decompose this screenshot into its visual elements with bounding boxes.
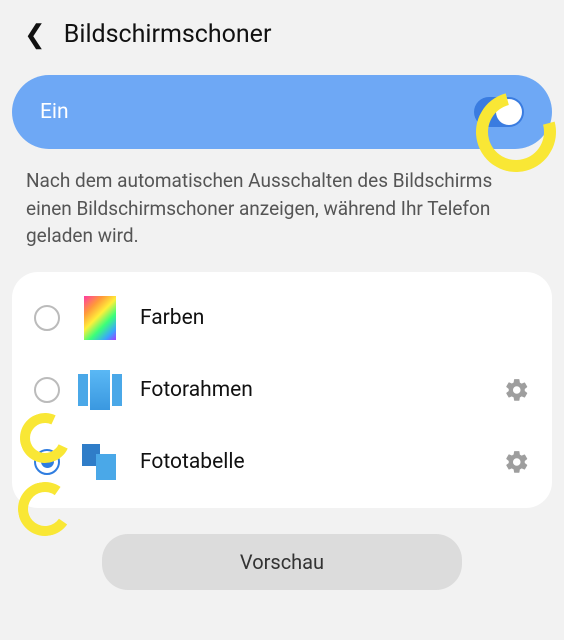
option-label: Farben <box>140 306 530 330</box>
radio-fototabelle[interactable] <box>34 449 60 475</box>
radio-fotorahmen[interactable] <box>34 377 60 403</box>
preview-icon-fototabelle <box>78 440 122 484</box>
preview-icon-farben <box>78 296 122 340</box>
master-toggle-switch[interactable] <box>474 97 524 127</box>
option-farben[interactable]: Farben <box>12 282 552 354</box>
option-label: Fotorahmen <box>140 378 486 402</box>
master-toggle-card[interactable]: Ein <box>12 75 552 149</box>
preview-icon-fotorahmen <box>78 368 122 412</box>
radio-farben[interactable] <box>34 305 60 331</box>
screensaver-options-list: Farben Fotorahmen Fototabelle <box>12 272 552 508</box>
gear-icon[interactable] <box>504 449 530 475</box>
option-fotorahmen[interactable]: Fotorahmen <box>12 354 552 426</box>
master-toggle-label: Ein <box>40 100 69 124</box>
preview-button[interactable]: Vorschau <box>102 534 462 590</box>
description-text: Nach dem automatischen Ausschalten des B… <box>0 167 564 272</box>
gear-icon[interactable] <box>504 377 530 403</box>
switch-knob <box>496 99 522 125</box>
option-label: Fototabelle <box>140 450 486 474</box>
back-button[interactable]: ❮ <box>24 22 46 48</box>
page-title: Bildschirmschoner <box>64 20 272 49</box>
option-fototabelle[interactable]: Fototabelle <box>12 426 552 498</box>
